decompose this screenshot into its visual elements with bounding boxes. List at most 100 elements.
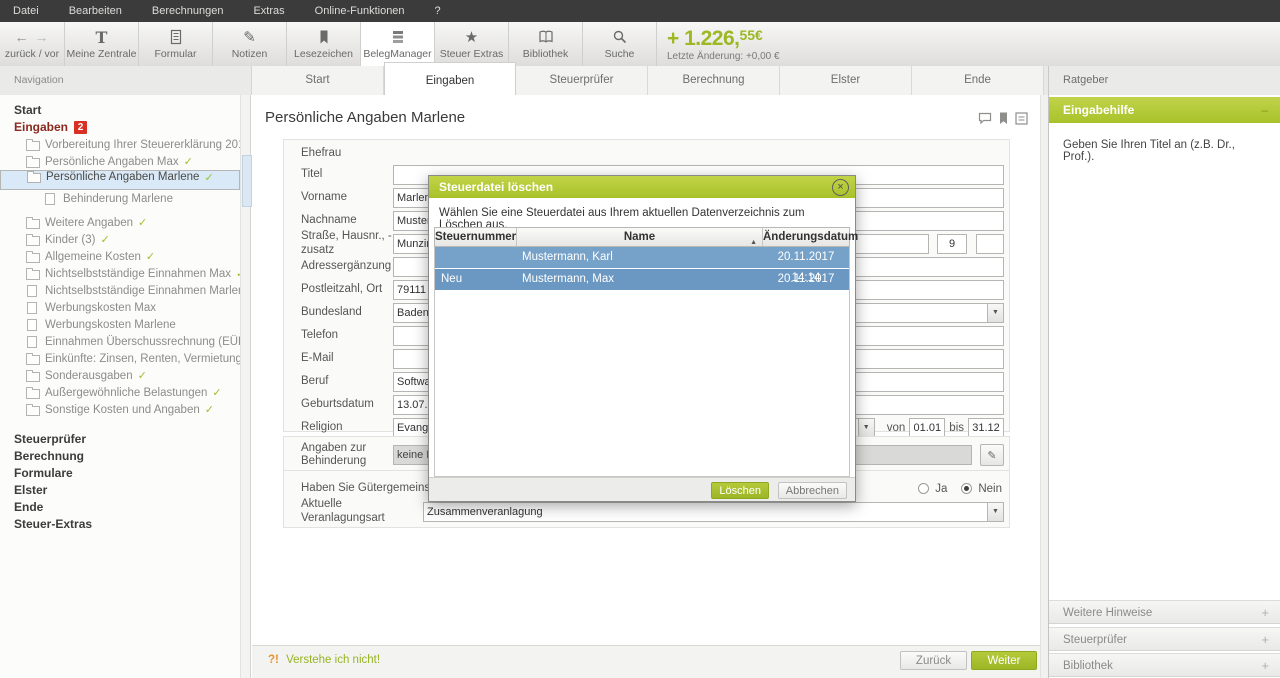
- dropdown-arrow-icon[interactable]: ▼: [858, 419, 874, 437]
- weitere-hinweise-section[interactable]: Weitere Hinweise+: [1049, 600, 1280, 624]
- zentrale-t-icon: T: [96, 28, 108, 46]
- application-window: Datei Bearbeiten Berechnungen Extras Onl…: [0, 0, 1280, 678]
- nav-item-angaben-marlene[interactable]: Persönliche Angaben Marlene✓: [0, 170, 240, 190]
- table-body: Mustermann, Karl 20.11.2017 14:14 Neu Mu…: [434, 247, 850, 477]
- tab-steuerpruefer[interactable]: Steuerprüfer: [516, 66, 648, 95]
- nav-section-steuer-extras[interactable]: Steuer-Extras: [0, 516, 240, 533]
- menu-berechnungen[interactable]: Berechnungen: [137, 0, 239, 22]
- nav-scrollbar-thumb[interactable]: [242, 155, 252, 207]
- expand-icon[interactable]: +: [1261, 654, 1269, 678]
- nav-item-werbungskosten-marlene[interactable]: Werbungskosten Marlene: [0, 316, 240, 333]
- veranlagungsart-select[interactable]: Zusammenveranlagung▼: [423, 502, 1004, 522]
- nav-item-aussergewoehnliche[interactable]: Außergewöhnliche Belastungen✓: [0, 384, 240, 401]
- last-change-label: Letzte Änderung: +0,00 €: [667, 51, 780, 62]
- close-icon[interactable]: ×: [832, 179, 849, 196]
- religion-bis-field[interactable]: [968, 418, 1004, 438]
- dropdown-arrow-icon[interactable]: ▼: [987, 304, 1003, 322]
- folder-icon: [26, 406, 40, 416]
- nav-item-behinderung-marlene[interactable]: Behinderung Marlene: [0, 190, 240, 207]
- meine-zentrale-button[interactable]: T Meine Zentrale: [65, 22, 139, 66]
- nav-section-ende[interactable]: Ende: [0, 499, 240, 516]
- nav-item-euer[interactable]: Einnahmen Überschussrechnung (EÜR): [0, 333, 240, 350]
- expand-icon[interactable]: +: [1261, 601, 1269, 625]
- nav-scrollbar[interactable]: [240, 95, 251, 678]
- suche-button[interactable]: Suche: [583, 22, 657, 66]
- nav-item-werbungskosten-max[interactable]: Werbungskosten Max: [0, 299, 240, 316]
- summary-list-icon[interactable]: [1015, 112, 1028, 125]
- nav-item-nichtselbst-max[interactable]: Nichtselbstständige Einnahmen Max✓: [0, 265, 240, 282]
- file-icon: [27, 319, 37, 331]
- tab-elster[interactable]: Elster: [780, 66, 912, 95]
- pencil-icon: ✎: [243, 28, 256, 46]
- dropdown-arrow-icon[interactable]: ▼: [987, 503, 1003, 521]
- verstehe-ich-nicht-link[interactable]: Verstehe ich nicht!: [286, 654, 380, 666]
- nav-section-steuerpruefer[interactable]: Steuerprüfer: [0, 431, 240, 448]
- column-name[interactable]: Name▲: [517, 228, 763, 246]
- abbrechen-button[interactable]: Abbrechen: [778, 482, 847, 499]
- back-forward-button[interactable]: ← → zurück / vor: [0, 22, 65, 66]
- ja-radio[interactable]: [918, 483, 929, 494]
- menu-bearbeiten[interactable]: Bearbeiten: [54, 0, 137, 22]
- tab-row: Navigation Start Eingaben Steuerprüfer B…: [0, 66, 1280, 95]
- collapse-icon[interactable]: –: [1261, 97, 1268, 123]
- hausnummer-zusatz-field[interactable]: [976, 234, 1004, 254]
- nein-radio[interactable]: [961, 483, 972, 494]
- nav-item-vorbereitung[interactable]: Vorbereitung Ihrer Steuererklärung 2017✓: [0, 136, 240, 153]
- formular-button[interactable]: Formular: [139, 22, 213, 66]
- notizen-button[interactable]: ✎ Notizen: [213, 22, 287, 66]
- page-title: Persönliche Angaben Marlene: [265, 109, 465, 126]
- hausnummer-field[interactable]: [937, 234, 967, 254]
- check-icon: ✓: [184, 155, 193, 168]
- file-icon: [27, 302, 37, 314]
- expand-icon[interactable]: +: [1261, 628, 1269, 652]
- bookmark-small-icon[interactable]: [999, 112, 1008, 125]
- nav-item-sonstige[interactable]: Sonstige Kosten und Angaben✓: [0, 401, 240, 418]
- comment-icon[interactable]: [978, 112, 992, 125]
- menu-extras[interactable]: Extras: [238, 0, 299, 22]
- steuer-extras-button[interactable]: ★ Steuer Extras: [435, 22, 509, 66]
- nav-item-allgemeine-kosten[interactable]: Allgemeine Kosten✓: [0, 248, 240, 265]
- nav-section-start[interactable]: Start: [0, 102, 240, 119]
- bibliothek-button[interactable]: Bibliothek: [509, 22, 583, 66]
- column-steuernummer[interactable]: Steuernummer: [435, 228, 517, 246]
- edit-behinderung-button[interactable]: ✎: [980, 444, 1004, 466]
- religion-von-field[interactable]: [909, 418, 945, 438]
- table-row[interactable]: Neu Mustermann, Max 20.11.2017 14:15: [435, 269, 849, 290]
- postleitzahl-field[interactable]: [393, 280, 433, 300]
- main-tabs: Start Eingaben Steuerprüfer Berechnung E…: [252, 66, 1048, 95]
- content-scrollbar[interactable]: [1040, 95, 1048, 678]
- steuerpruefer-section[interactable]: Steuerprüfer+: [1049, 627, 1280, 651]
- zurueck-button[interactable]: Zurück: [900, 651, 967, 670]
- nav-item-sonderausgaben[interactable]: Sonderausgaben✓: [0, 367, 240, 384]
- check-icon: ✓: [146, 250, 155, 263]
- nav-section-eingaben[interactable]: Eingaben2: [0, 119, 240, 136]
- nav-item-kinder[interactable]: Kinder (3)✓: [0, 231, 240, 248]
- menu-datei[interactable]: Datei: [0, 0, 54, 22]
- nav-item-weitere-angaben[interactable]: Weitere Angaben✓: [0, 214, 240, 231]
- tab-ende[interactable]: Ende: [912, 66, 1044, 95]
- eingabehilfe-header[interactable]: Eingabehilfe –: [1049, 97, 1280, 123]
- refund-amount: + 1.226,55€ Letzte Änderung: +0,00 €: [667, 22, 780, 66]
- eingaben-count-badge: 2: [74, 121, 87, 134]
- loeschen-button[interactable]: Löschen: [711, 482, 769, 499]
- nav-section-formulare[interactable]: Formulare: [0, 465, 240, 482]
- tab-start[interactable]: Start: [252, 66, 384, 95]
- folder-icon: [26, 219, 40, 229]
- column-aenderungsdatum[interactable]: Änderungsdatum: [763, 228, 849, 246]
- lesezeichen-button[interactable]: Lesezeichen: [287, 22, 361, 66]
- refund-amount-cents: 55€: [739, 27, 762, 43]
- bis-label: bis: [949, 422, 964, 434]
- weiter-button[interactable]: Weiter: [971, 651, 1037, 670]
- table-row[interactable]: Mustermann, Karl 20.11.2017 14:14: [435, 247, 849, 268]
- nav-item-nichtselbst-marlene[interactable]: Nichtselbstständige Einnahmen Marlene: [0, 282, 240, 299]
- belegmanager-button[interactable]: BelegManager: [361, 22, 435, 66]
- nav-item-angaben-max[interactable]: Persönliche Angaben Max✓: [0, 153, 240, 170]
- bibliothek-section[interactable]: Bibliothek+: [1049, 653, 1280, 677]
- menu-online-funktionen[interactable]: Online-Funktionen: [300, 0, 420, 22]
- menu-hilfe[interactable]: ?: [420, 0, 456, 22]
- tab-berechnung[interactable]: Berechnung: [648, 66, 780, 95]
- tab-eingaben[interactable]: Eingaben: [384, 62, 516, 95]
- nav-item-einkuenfte[interactable]: Einkünfte: Zinsen, Renten, Vermietung us…: [0, 350, 240, 367]
- nav-section-berechnung[interactable]: Berechnung: [0, 448, 240, 465]
- nav-section-elster[interactable]: Elster: [0, 482, 240, 499]
